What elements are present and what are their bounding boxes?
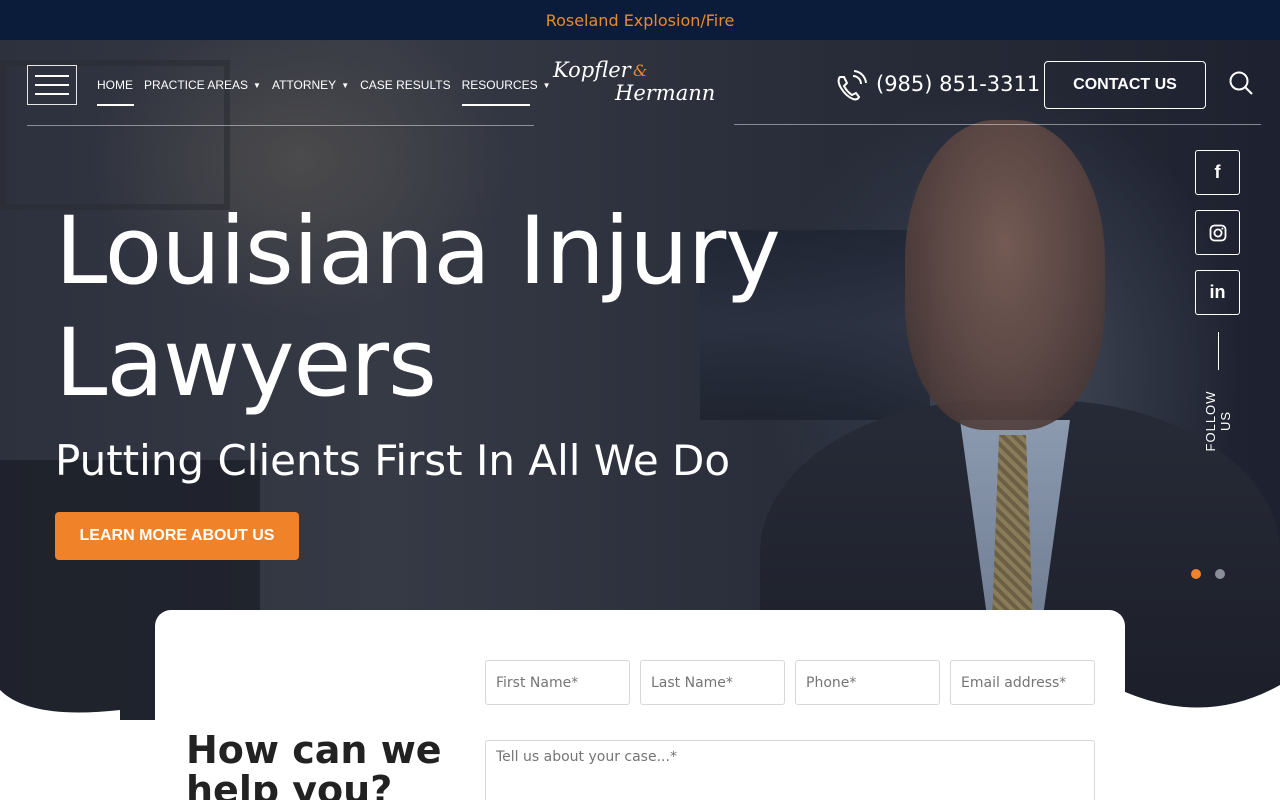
nav-divider	[27, 125, 534, 126]
menu-bar	[35, 84, 69, 86]
nav-item-attorney[interactable]: ATTORNEY ▼	[272, 78, 349, 97]
attorney-head	[905, 120, 1105, 430]
menu-bar	[35, 93, 69, 95]
nav-item-case-results[interactable]: CASE RESULTS	[360, 78, 450, 97]
nav-item-label: ATTORNEY	[271, 78, 337, 92]
phone-number-link[interactable]: (985) 851-3311	[876, 72, 1040, 96]
linkedin-icon[interactable]: in	[1195, 270, 1240, 315]
hero-title-line-1: Louisiana Injury	[55, 197, 781, 306]
nav-item-label: HOME	[97, 78, 133, 92]
phone-field[interactable]	[795, 660, 940, 705]
caret-down-icon: ▼	[253, 80, 261, 90]
form-heading-line-1: How can we	[186, 728, 442, 772]
nav-item-label: RESOURCES	[461, 78, 538, 92]
nav-divider	[734, 124, 1261, 125]
form-heading: How can we help you?	[186, 730, 442, 800]
nav-item-home[interactable]: HOME	[97, 78, 134, 106]
logo-line-1: Kopfler	[553, 58, 631, 82]
caret-down-icon: ▼	[542, 80, 551, 90]
menu-bar	[35, 75, 69, 77]
instagram-glyph	[1209, 224, 1226, 241]
hero-title: Louisiana Injury Lawyers	[55, 196, 781, 420]
last-name-field[interactable]	[640, 660, 785, 705]
nav-item-label: PRACTICE AREAS	[144, 78, 249, 92]
slider-pagination	[1191, 569, 1225, 579]
nav-item-label: CASE RESULTS	[360, 78, 451, 92]
nav-item-practice-areas[interactable]: PRACTICE AREAS ▼	[144, 78, 261, 97]
slide-dot-1[interactable]	[1191, 569, 1201, 579]
hamburger-menu-button[interactable]	[27, 65, 77, 105]
search-icon[interactable]	[1228, 70, 1254, 96]
logo-line-2: Hermann	[615, 81, 716, 105]
facebook-icon[interactable]: f	[1195, 150, 1240, 195]
hero-title-line-2: Lawyers	[55, 309, 437, 418]
form-heading-line-2: help you?	[186, 768, 393, 800]
nav-item-resources[interactable]: RESOURCES ▼	[461, 78, 551, 106]
follow-divider	[1218, 332, 1219, 370]
hero-subtitle: Putting Clients First In All We Do	[55, 436, 731, 485]
alert-bar: Roseland Explosion/Fire	[0, 0, 1280, 40]
site-logo[interactable]: Kopfler & Hermann	[553, 58, 723, 110]
linkedin-glyph: in	[1209, 282, 1226, 302]
caret-down-icon: ▼	[341, 80, 350, 90]
main-nav: HOME PRACTICE AREAS ▼ ATTORNEY ▼ CASE RE…	[97, 78, 562, 106]
instagram-icon[interactable]	[1195, 210, 1240, 255]
contact-form-card: How can we help you?	[155, 610, 1125, 800]
case-description-field[interactable]	[485, 740, 1095, 800]
alert-link[interactable]: Roseland Explosion/Fire	[546, 11, 735, 30]
email-field[interactable]	[950, 660, 1095, 705]
facebook-glyph: f	[1214, 162, 1221, 182]
logo-ampersand: &	[633, 61, 648, 80]
contact-us-button[interactable]: CONTACT US	[1044, 61, 1206, 109]
phone-icon	[837, 70, 867, 101]
first-name-field[interactable]	[485, 660, 630, 705]
learn-more-button[interactable]: LEARN MORE ABOUT US	[55, 512, 299, 560]
slide-dot-2[interactable]	[1215, 569, 1225, 579]
follow-us-label: FOLLOW US	[1203, 390, 1233, 452]
